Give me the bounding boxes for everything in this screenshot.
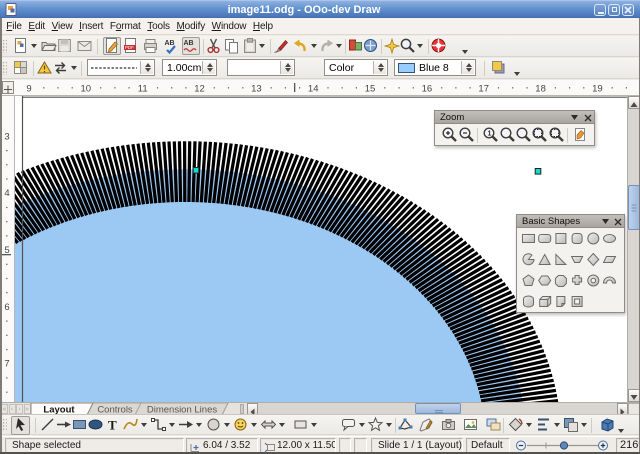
- svg-text:11: 11: [138, 84, 148, 95]
- svg-text:18: 18: [535, 84, 546, 95]
- svg-text:AB: AB: [165, 40, 175, 47]
- svg-text:6: 6: [4, 302, 9, 313]
- svg-text:3: 3: [4, 131, 9, 142]
- svg-text:7: 7: [4, 359, 9, 370]
- svg-text:10: 10: [81, 84, 92, 95]
- svg-text:AB: AB: [184, 40, 194, 47]
- svg-text:14: 14: [308, 84, 319, 95]
- svg-text:1: 1: [488, 131, 492, 138]
- svg-text:17: 17: [478, 84, 489, 95]
- svg-text:13: 13: [251, 84, 262, 95]
- svg-text:19: 19: [592, 84, 603, 95]
- svg-text:12: 12: [194, 84, 205, 95]
- svg-text:15: 15: [365, 84, 376, 95]
- svg-text:9: 9: [26, 84, 31, 95]
- svg-text:PDF: PDF: [125, 45, 134, 50]
- svg-text:16: 16: [422, 84, 433, 95]
- svg-text:4: 4: [4, 188, 9, 199]
- svg-text:T: T: [108, 418, 117, 433]
